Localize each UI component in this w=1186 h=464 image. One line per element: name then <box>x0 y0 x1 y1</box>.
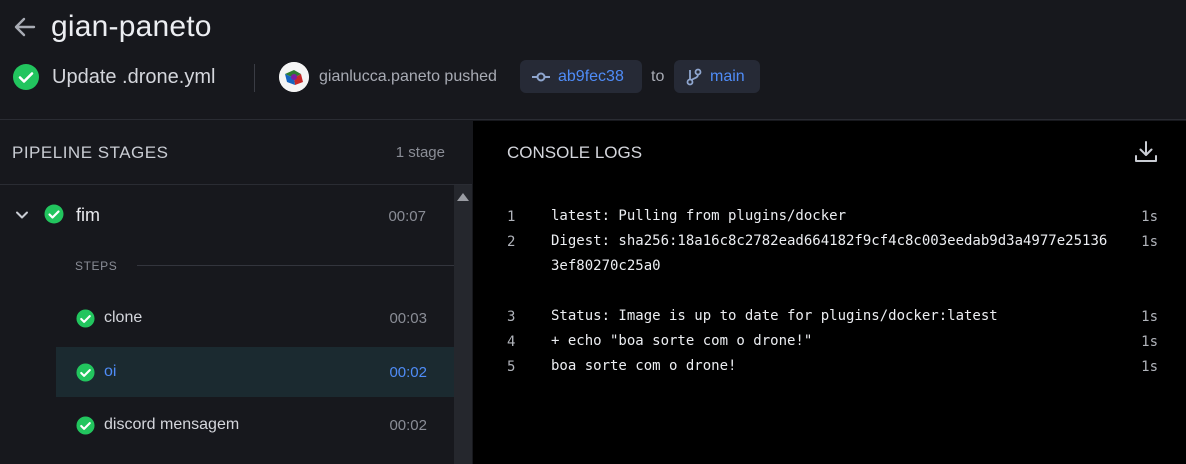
build-header: gian-paneto Update .drone.yml gianlucca.… <box>0 0 1186 120</box>
log-line-text: + echo "boa sorte com o drone!" <box>551 333 813 349</box>
step-clone[interactable]: clone 00:03 <box>56 293 454 343</box>
branch-badge[interactable]: main <box>674 60 760 93</box>
stage-duration: 00:07 <box>388 208 426 225</box>
log-line-text: boa sorte com o drone! <box>551 358 737 374</box>
back-arrow-icon[interactable] <box>12 14 38 40</box>
step-duration: 00:02 <box>389 417 427 434</box>
console-logs-header: CONSOLE LOGS <box>473 121 1186 185</box>
log-line-text: Status: Image is up to date for plugins/… <box>551 308 998 324</box>
log-line-duration: 1s <box>1141 334 1158 350</box>
pipeline-stages-panel: PIPELINE STAGES 1 stage fim 00:07 STEPS … <box>0 121 472 464</box>
step-name: oi <box>104 363 117 380</box>
log-line-text: Digest: sha256:18a16c8c2782ead664182f9cf… <box>551 233 1108 274</box>
header-divider <box>254 64 255 92</box>
success-check-icon <box>76 309 95 328</box>
log-line-text: latest: Pulling from plugins/docker <box>551 208 847 224</box>
commit-sha[interactable]: ab9fec38 <box>558 68 624 86</box>
download-icon[interactable] <box>1133 139 1159 165</box>
stages-scrollbar[interactable] <box>454 185 472 464</box>
log-line-number[interactable]: 4 <box>507 334 515 350</box>
log-line-duration: 1s <box>1141 359 1158 375</box>
steps-divider <box>137 265 454 266</box>
branch-icon <box>686 68 702 85</box>
chevron-down-icon[interactable] <box>14 207 30 223</box>
success-check-icon <box>76 416 95 435</box>
stage-fim[interactable]: fim 00:07 <box>0 195 454 239</box>
stage-count: 1 stage <box>395 144 445 161</box>
steps-label: STEPS <box>75 259 118 273</box>
log-line-number[interactable]: 1 <box>507 209 515 225</box>
log-line-number[interactable]: 3 <box>507 309 515 325</box>
step-name: discord mensagem <box>104 416 240 433</box>
pipeline-stages-header: PIPELINE STAGES 1 stage <box>0 121 472 185</box>
log-line-duration: 1s <box>1141 209 1158 225</box>
step-discord-mensagem[interactable]: discord mensagem 00:02 <box>56 400 454 450</box>
step-duration: 00:02 <box>389 364 427 381</box>
log-line-duration: 1s <box>1141 309 1158 325</box>
success-check-icon <box>76 363 95 382</box>
log-line-duration: 1s <box>1141 234 1158 250</box>
step-name: clone <box>104 309 143 326</box>
stage-name: fim <box>76 205 100 225</box>
commit-message: Update .drone.yml <box>52 66 216 88</box>
success-check-icon <box>13 64 39 90</box>
pipeline-stages-title: PIPELINE STAGES <box>12 143 169 162</box>
scroll-up-arrow-icon[interactable] <box>457 193 469 201</box>
step-duration: 00:03 <box>389 310 427 327</box>
repo-title: gian-paneto <box>51 10 212 43</box>
branch-name[interactable]: main <box>710 68 745 86</box>
to-text: to <box>651 68 665 85</box>
step-oi[interactable]: oi 00:02 <box>56 347 454 397</box>
log-line-number[interactable]: 2 <box>507 234 515 250</box>
success-check-icon <box>44 204 64 224</box>
avatar <box>279 62 309 92</box>
commit-sha-badge[interactable]: ab9fec38 <box>520 60 642 93</box>
pusher-text: gianlucca.paneto pushed <box>319 68 497 85</box>
avatar-logo-icon <box>279 62 309 92</box>
log-line-number[interactable]: 5 <box>507 359 515 375</box>
console-logs-panel: CONSOLE LOGS 1 latest: Pulling from plug… <box>473 121 1186 464</box>
console-logs-title: CONSOLE LOGS <box>507 143 643 162</box>
commit-icon <box>532 72 550 81</box>
